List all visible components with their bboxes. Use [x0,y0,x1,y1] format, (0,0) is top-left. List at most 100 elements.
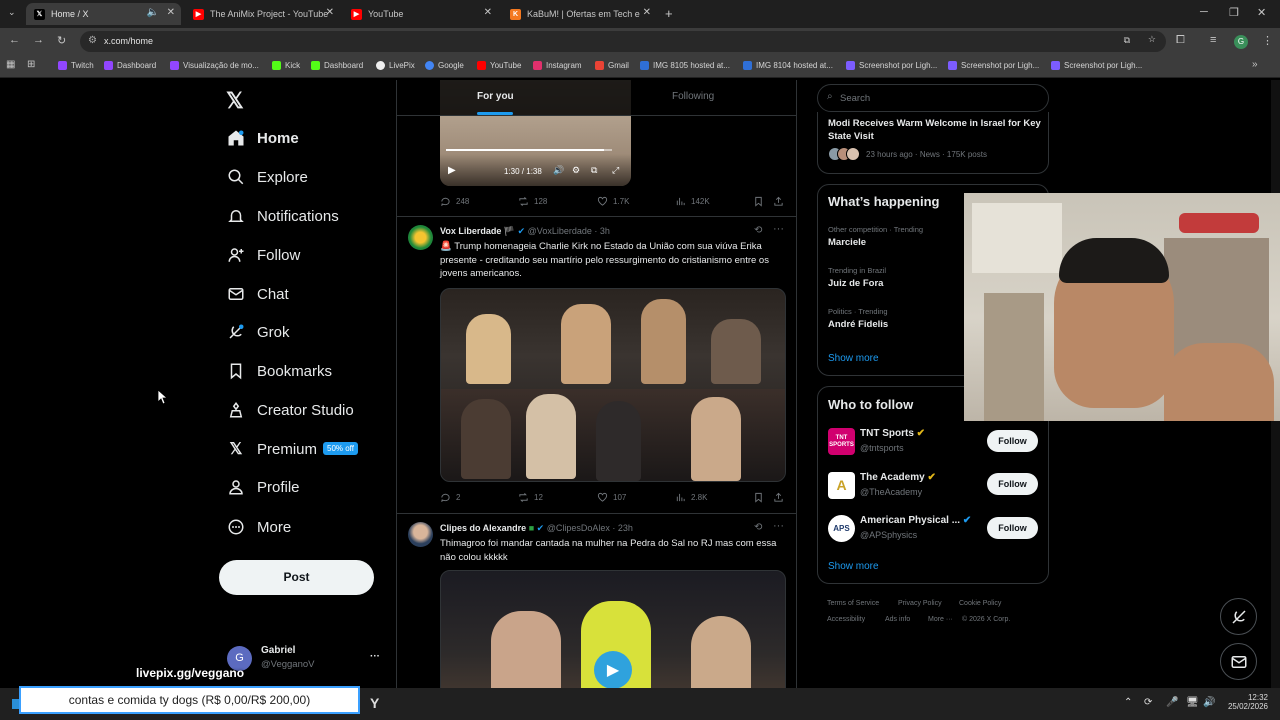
more-options-icon[interactable]: ··· [773,223,784,235]
trend-item[interactable]: Trending in Brazil Juiz de Fora [828,266,886,289]
bookmark-screenshot-2[interactable]: Screenshot por Ligh... [948,61,1039,70]
account-name[interactable]: The Academy ✔ [860,472,936,483]
microphone-icon[interactable]: 🎤 [1166,697,1178,708]
nav-follow[interactable]: Follow [227,241,300,269]
like-button[interactable]: 1.7K [597,196,629,207]
follow-button[interactable]: Follow [987,517,1038,539]
play-icon[interactable]: ▶ [594,651,632,689]
account-name[interactable]: TNT Sports ✔ [860,428,925,439]
clock[interactable]: 12:32 25/02/2026 [1226,693,1268,711]
fullscreen-icon[interactable]: ⤢ [612,165,619,176]
minimize-icon[interactable]: ─ [1200,6,1208,18]
nav-chat[interactable]: Chat [227,280,289,308]
bookmark-instagram[interactable]: Instagram [533,61,582,70]
messages-fab-button[interactable] [1220,643,1257,680]
app-icon[interactable]: Y [370,695,379,711]
bookmarks-overflow-icon[interactable]: » [1252,59,1258,70]
extensions-icon[interactable]: ⧠ [1176,34,1185,47]
x-logo-icon[interactable]: 𝕏 [226,88,244,114]
reload-icon[interactable]: ↻ [57,34,66,47]
bookmark-star-icon[interactable]: ☆ [1148,34,1156,45]
tab-animix[interactable]: ▶ The AniMix Project - YouTube ✕ [185,3,340,25]
bookmark-kick[interactable]: Kick [272,61,300,70]
bookmark-button[interactable] [753,196,769,207]
browser-menu-icon[interactable]: ⋮ [1262,34,1273,47]
grok-explain-icon[interactable]: ⟲ [754,522,762,533]
tab-list-icon[interactable]: ⌄ [8,7,16,18]
tweet-clipes-do-alexandre[interactable]: Clipes do Alexandre ■ ✔ @ClipesDoAlex · … [397,514,796,690]
maximize-icon[interactable]: ❐ [1229,6,1239,19]
tray-overflow-icon[interactable]: ⌃ [1124,697,1132,708]
footer-privacy[interactable]: Privacy Policy [898,600,942,607]
views-button[interactable]: 142K [675,196,710,207]
tab-home-x[interactable]: 𝕏 Home / X 🔈 ✕ [26,3,181,25]
back-icon[interactable]: ← [9,34,20,46]
nav-profile[interactable]: Profile [227,473,300,501]
cast-icon[interactable]: ⧉ [1124,35,1130,46]
bookmark-screenshot-1[interactable]: Screenshot por Ligh... [846,61,937,70]
new-tab-icon[interactable]: + [665,6,673,21]
grok-fab-button[interactable] [1220,598,1257,635]
share-button[interactable] [773,196,789,207]
bookmark-kick-dashboard[interactable]: Dashboard [311,61,363,70]
bookmark-visualizacao[interactable]: Visualização de mo... [170,61,259,70]
volume-icon[interactable]: 🔊 [553,165,564,176]
reply-button[interactable]: 248 [440,196,469,207]
follow-button[interactable]: Follow [987,430,1038,452]
tray-app-icon[interactable]: ⟳ [1144,697,1152,708]
bookmark-gmail[interactable]: Gmail [595,61,629,70]
bookmark-youtube[interactable]: YouTube [477,61,521,70]
close-icon[interactable]: ✕ [167,7,175,18]
tab-youtube[interactable]: ▶ YouTube ✕ [343,3,498,25]
aps-logo[interactable]: APS [828,515,855,542]
avatar[interactable] [408,225,433,250]
bookmark-google[interactable]: Google [425,61,464,70]
footer-cookie[interactable]: Cookie Policy [959,600,1001,607]
network-icon[interactable]: 🖥 [1186,697,1199,708]
bookmark-twitch[interactable]: Twitch [58,61,94,70]
reply-button[interactable]: 2 [440,492,460,503]
profile-avatar-icon[interactable]: G [1234,35,1248,49]
tweet-image[interactable] [440,288,786,482]
nav-grok[interactable]: Grok [227,318,290,346]
repost-button[interactable]: 12 [518,492,543,503]
settings-icon[interactable]: ⚙ [572,165,580,176]
pip-icon[interactable]: ⧉ [591,165,597,176]
bookmark-livepix[interactable]: LivePix [376,61,415,70]
nav-premium[interactable]: 𝕏 Premium 50% off [227,435,358,463]
site-info-icon[interactable]: ⚙ [88,35,97,46]
tab-kabum[interactable]: K KaBuM! | Ofertas em Tech e Ga ✕ [502,3,657,25]
tab-for-you[interactable]: For you [477,91,514,115]
bookmark-button[interactable] [753,492,769,503]
tweet-video[interactable]: ▶ [440,570,786,690]
user-name[interactable]: Gabriel [261,645,295,656]
tab-groups-icon[interactable]: ⊞ [27,59,35,70]
close-icon[interactable]: ✕ [643,7,651,18]
academy-logo[interactable]: A [828,472,855,499]
follow-button[interactable]: Follow [987,473,1038,495]
footer-ads-info[interactable]: Ads info [885,616,910,623]
close-icon[interactable]: ✕ [326,7,334,18]
nav-home[interactable]: Home [227,124,299,152]
tnt-sports-logo[interactable]: TNT SPORTS [828,428,855,455]
tweet-vox-liberdade[interactable]: Vox Liberdade 🏴 ✔ @VoxLiberdade · 3h ⟲ ·… [397,217,796,514]
play-icon[interactable]: ▶ [448,165,456,176]
bookmark-img8105[interactable]: IMG 8105 hosted at... [640,61,730,70]
show-more-link[interactable]: Show more [828,561,879,572]
nav-bookmarks[interactable]: Bookmarks [227,357,332,385]
volume-icon[interactable]: 🔊 [1203,697,1215,708]
avatar[interactable] [408,522,433,547]
tab-following[interactable]: Following [672,91,714,102]
apps-icon[interactable]: ▦ [6,59,15,70]
account-menu-icon[interactable]: ··· [370,651,380,662]
repost-button[interactable]: 128 [518,196,547,207]
window-close-icon[interactable]: ✕ [1257,6,1266,19]
news-card[interactable]: Modi Receives Warm Welcome in Israel for… [817,112,1049,174]
search-input[interactable]: ⌕ Search [817,84,1049,112]
nav-more[interactable]: More [227,513,291,541]
trend-item[interactable]: Other competition · Trending Marciele [828,225,923,248]
footer-more[interactable]: More ··· [928,616,953,623]
grok-explain-icon[interactable]: ⟲ [754,225,762,236]
share-button[interactable] [773,492,789,503]
like-button[interactable]: 107 [597,492,626,503]
